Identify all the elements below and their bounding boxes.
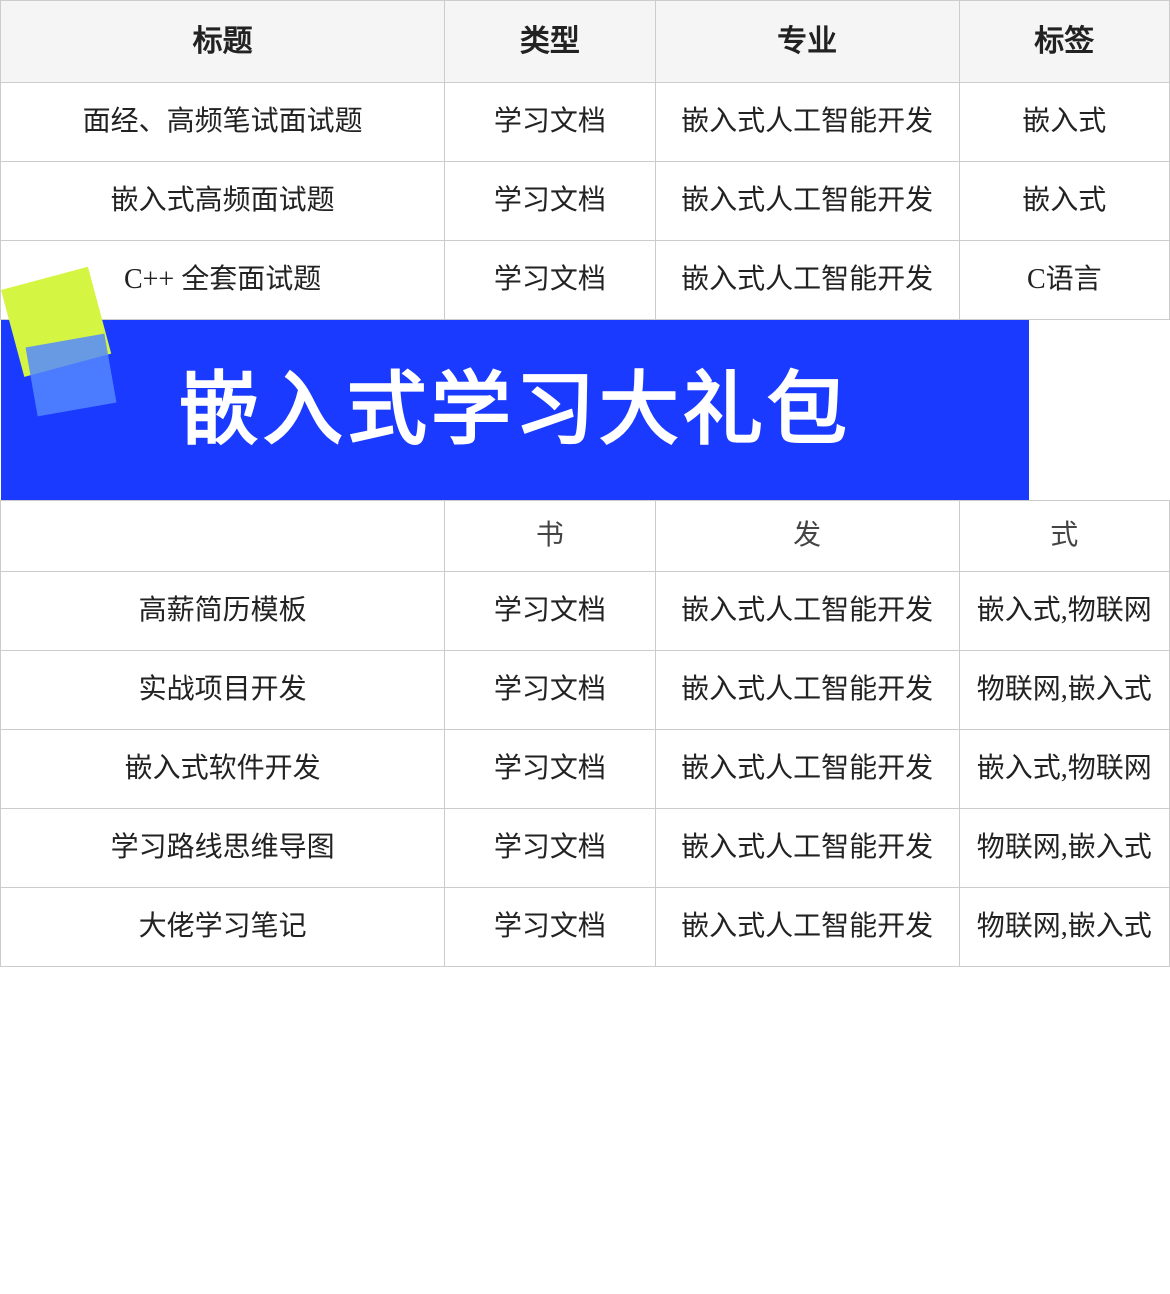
row3-tag: C语言 xyxy=(959,241,1169,320)
row1-tag: 嵌入式 xyxy=(959,83,1169,162)
row2-tag: 嵌入式 xyxy=(959,162,1169,241)
table-row: 大佬学习笔记 学习文档 嵌入式人工智能开发 物联网,嵌入式 xyxy=(1,888,1170,967)
table-row: 嵌入式软件开发 学习文档 嵌入式人工智能开发 嵌入式,物联网 xyxy=(1,730,1170,809)
row1-type: 学习文档 xyxy=(445,83,655,162)
row8-type: 学习文档 xyxy=(445,888,655,967)
row2-type: 学习文档 xyxy=(445,162,655,241)
table-row: 面经、高频笔试面试题 学习文档 嵌入式人工智能开发 嵌入式 xyxy=(1,83,1170,162)
table-row: C++ 全套面试题 学习文档 嵌入式人工智能开发 C语言 xyxy=(1,241,1170,320)
row4-specialty: 嵌入式人工智能开发 xyxy=(655,572,959,651)
row8-specialty: 嵌入式人工智能开发 xyxy=(655,888,959,967)
partial-title xyxy=(1,501,445,572)
row3-type: 学习文档 xyxy=(445,241,655,320)
sticky-note-blue xyxy=(25,334,116,417)
table-row: 实战项目开发 学习文档 嵌入式人工智能开发 物联网,嵌入式 xyxy=(1,651,1170,730)
header-specialty: 专业 xyxy=(655,1,959,83)
row7-type: 学习文档 xyxy=(445,809,655,888)
row5-type: 学习文档 xyxy=(445,651,655,730)
partial-row: 书 发 式 xyxy=(1,501,1170,572)
row4-title: 高薪简历模板 xyxy=(1,572,445,651)
header-type: 类型 xyxy=(445,1,655,83)
main-container: 标题 类型 专业 标签 面经、高频笔试面试题 学习文档 嵌入式人工智能开发 嵌入… xyxy=(0,0,1170,967)
banner-overlay: 嵌入式学习大礼包 xyxy=(1,320,1030,500)
header-title: 标题 xyxy=(1,1,445,83)
table-row: 学习路线思维导图 学习文档 嵌入式人工智能开发 物联网,嵌入式 xyxy=(1,809,1170,888)
row7-tag: 物联网,嵌入式 xyxy=(959,809,1169,888)
partial-tag: 式 xyxy=(959,501,1169,572)
row4-tag: 嵌入式,物联网 xyxy=(959,572,1169,651)
partial-type: 书 xyxy=(445,501,655,572)
banner-text: 嵌入式学习大礼包 xyxy=(179,350,851,470)
table-header-row: 标题 类型 专业 标签 xyxy=(1,1,1170,83)
row7-specialty: 嵌入式人工智能开发 xyxy=(655,809,959,888)
row7-title: 学习路线思维导图 xyxy=(1,809,445,888)
row5-specialty: 嵌入式人工智能开发 xyxy=(655,651,959,730)
row4-type: 学习文档 xyxy=(445,572,655,651)
content-table: 标题 类型 专业 标签 面经、高频笔试面试题 学习文档 嵌入式人工智能开发 嵌入… xyxy=(0,0,1170,967)
header-tag: 标签 xyxy=(959,1,1169,83)
row8-title: 大佬学习笔记 xyxy=(1,888,445,967)
row8-tag: 物联网,嵌入式 xyxy=(959,888,1169,967)
row6-title: 嵌入式软件开发 xyxy=(1,730,445,809)
row1-specialty: 嵌入式人工智能开发 xyxy=(655,83,959,162)
row6-type: 学习文档 xyxy=(445,730,655,809)
row6-tag: 嵌入式,物联网 xyxy=(959,730,1169,809)
table-row: 高薪简历模板 学习文档 嵌入式人工智能开发 嵌入式,物联网 xyxy=(1,572,1170,651)
table-row: 嵌入式高频面试题 学习文档 嵌入式人工智能开发 嵌入式 xyxy=(1,162,1170,241)
row1-title: 面经、高频笔试面试题 xyxy=(1,83,445,162)
banner-cell: 嵌入式学习大礼包 xyxy=(1,320,1170,500)
row6-specialty: 嵌入式人工智能开发 xyxy=(655,730,959,809)
row2-title: 嵌入式高频面试题 xyxy=(1,162,445,241)
row5-tag: 物联网,嵌入式 xyxy=(959,651,1169,730)
row2-specialty: 嵌入式人工智能开发 xyxy=(655,162,959,241)
banner-row: 嵌入式学习大礼包 xyxy=(1,320,1170,501)
row5-title: 实战项目开发 xyxy=(1,651,445,730)
partial-specialty: 发 xyxy=(655,501,959,572)
banner-cell-container: 嵌入式学习大礼包 xyxy=(1,320,1170,501)
row3-specialty: 嵌入式人工智能开发 xyxy=(655,241,959,320)
